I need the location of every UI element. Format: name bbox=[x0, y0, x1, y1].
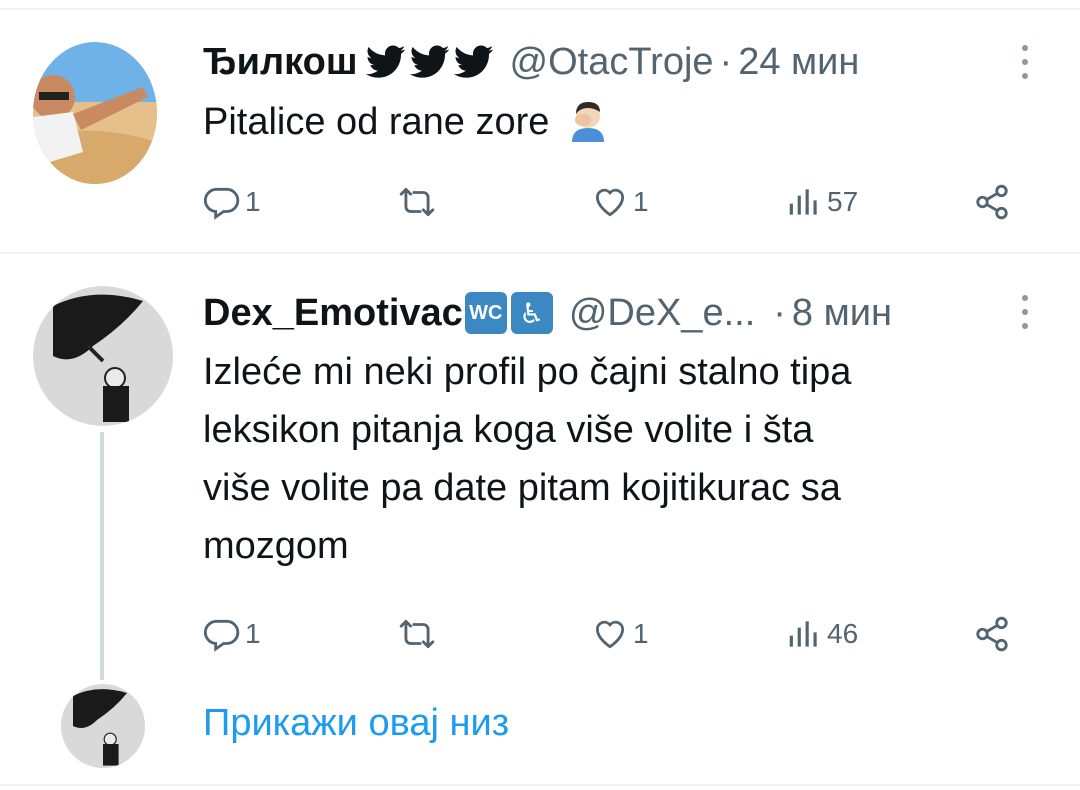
views-button[interactable]: 46 bbox=[785, 615, 858, 653]
separator-dot: · bbox=[773, 291, 786, 334]
share-icon bbox=[976, 184, 1008, 220]
display-name[interactable]: Dex_Emotivac bbox=[203, 292, 463, 335]
bird-icon bbox=[365, 45, 405, 78]
like-button[interactable]: 1 bbox=[591, 183, 649, 221]
share-button[interactable] bbox=[973, 183, 1011, 221]
share-icon bbox=[976, 616, 1008, 652]
views-icon bbox=[789, 189, 817, 215]
retweet-icon bbox=[399, 187, 435, 217]
heart-icon bbox=[595, 620, 625, 649]
share-button[interactable] bbox=[973, 615, 1011, 653]
name-badges: WC ♿ bbox=[464, 292, 557, 334]
separator-dot: · bbox=[719, 40, 733, 83]
tweet-text-line: Izleće mi neki profil po čajni stalno ti… bbox=[203, 351, 852, 393]
retweet-icon bbox=[399, 619, 435, 649]
tweet-text-line: više volite pa date pitam kojitikurac sa bbox=[203, 467, 841, 509]
thread-connector bbox=[100, 432, 104, 680]
thread-avatar[interactable] bbox=[61, 684, 145, 768]
reply-icon bbox=[203, 619, 240, 652]
wc-badge: WC bbox=[464, 292, 507, 334]
top-divider bbox=[0, 8, 1080, 10]
reply-count: 1 bbox=[245, 618, 261, 649]
wheelchair-badge: ♿ bbox=[510, 292, 553, 334]
tweet-actions: 1 1 46 bbox=[203, 615, 1023, 655]
views-button[interactable]: 57 bbox=[785, 183, 858, 221]
name-emojis bbox=[365, 45, 498, 79]
avatar[interactable] bbox=[33, 286, 173, 426]
display-name[interactable]: Ђилкош bbox=[203, 41, 358, 84]
reply-button[interactable]: 1 bbox=[203, 183, 261, 221]
retweet-button[interactable] bbox=[398, 183, 440, 221]
tweet-header: Dex_Emotivac WC ♿ @DeX_e... · 8 мин bbox=[203, 288, 892, 338]
tweet-text-line: mozgom bbox=[203, 525, 349, 567]
bird-icon bbox=[409, 45, 449, 78]
tweet-text: Izleće mi neki profil po čajni stalno ti… bbox=[203, 343, 851, 575]
more-options-icon[interactable] bbox=[1015, 42, 1035, 82]
like-count: 1 bbox=[633, 618, 649, 649]
reply-count: 1 bbox=[245, 186, 261, 217]
view-count: 46 bbox=[827, 618, 859, 649]
timestamp[interactable]: 8 мин bbox=[792, 292, 892, 335]
like-button[interactable]: 1 bbox=[591, 615, 649, 653]
bird-icon bbox=[453, 45, 493, 78]
tweet-text-content: Pitalice od rane zore bbox=[203, 101, 550, 143]
retweet-button[interactable] bbox=[398, 615, 440, 653]
user-handle[interactable]: @OtacTroje bbox=[510, 41, 714, 84]
avatar[interactable] bbox=[33, 42, 157, 184]
facepalm-emoji bbox=[571, 102, 604, 142]
tweet-divider bbox=[0, 252, 1080, 254]
reply-icon bbox=[203, 187, 240, 220]
like-count: 1 bbox=[633, 186, 649, 217]
tweet-header: Ђилкош @OtacTroje · 24 мин bbox=[203, 37, 859, 87]
tweet-text: Pitalice od rane zore bbox=[203, 93, 610, 151]
show-thread-link[interactable]: Прикажи овај низ bbox=[203, 702, 509, 745]
user-handle[interactable]: @DeX_e... bbox=[569, 292, 755, 335]
views-icon bbox=[789, 621, 817, 647]
more-options-icon[interactable] bbox=[1015, 292, 1035, 332]
view-count: 57 bbox=[827, 186, 859, 217]
reply-button[interactable]: 1 bbox=[203, 615, 261, 653]
tweet-text-line: leksikon pitanja koga više volite i šta bbox=[203, 409, 814, 451]
bottom-divider bbox=[0, 784, 1080, 786]
heart-icon bbox=[595, 188, 625, 217]
tweet-actions: 1 1 57 bbox=[203, 183, 1023, 223]
timestamp[interactable]: 24 мин bbox=[738, 41, 859, 84]
